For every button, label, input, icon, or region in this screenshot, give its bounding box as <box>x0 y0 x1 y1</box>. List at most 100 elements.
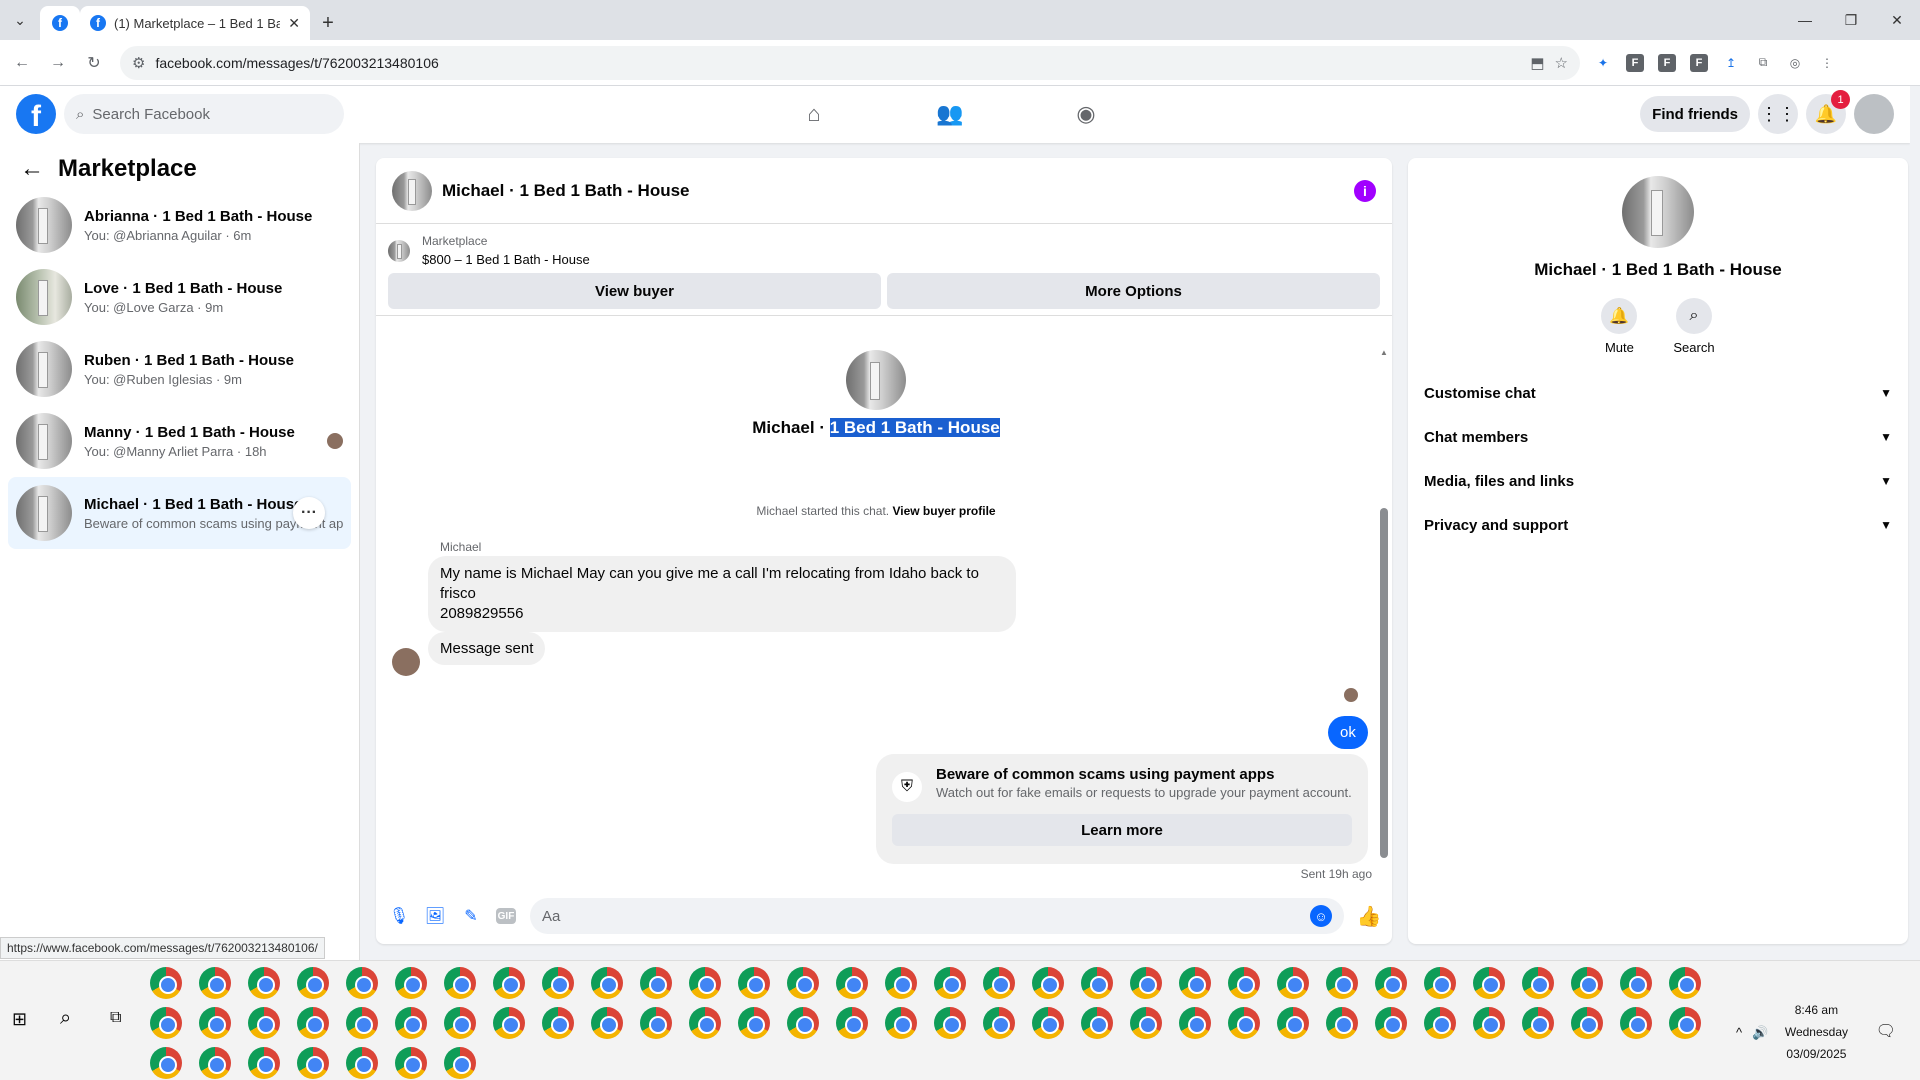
emoji-icon[interactable]: ☺ <box>1310 905 1332 927</box>
friends-icon[interactable]: 👥 <box>926 94 974 134</box>
chrome-taskbar-icon[interactable] <box>591 967 623 999</box>
view-buyer-profile-link[interactable]: View buyer profile <box>892 504 995 518</box>
info-avatar[interactable] <box>1622 176 1694 248</box>
chrome-taskbar-icon[interactable] <box>738 1007 770 1039</box>
chrome-taskbar-icon[interactable] <box>1228 1007 1260 1039</box>
chrome-taskbar-icon[interactable] <box>738 967 770 999</box>
chrome-taskbar-icon[interactable] <box>1571 1007 1603 1039</box>
pinned-tab[interactable]: f <box>40 6 80 40</box>
minimize-button[interactable]: — <box>1782 0 1828 40</box>
chrome-taskbar-icon[interactable] <box>1081 967 1113 999</box>
section-customise-chat[interactable]: Customise chat ▼ <box>1416 371 1900 415</box>
new-tab-button[interactable]: + <box>310 6 346 40</box>
chrome-taskbar-icon[interactable] <box>1375 1007 1407 1039</box>
chrome-taskbar-icon[interactable] <box>150 1007 182 1039</box>
extension-f-icon[interactable]: F <box>1658 53 1676 72</box>
chrome-taskbar-icon[interactable] <box>1179 1007 1211 1039</box>
chrome-taskbar-icon[interactable] <box>640 967 672 999</box>
task-view-icon[interactable]: ⧉ <box>110 1009 121 1027</box>
chrome-taskbar-icon[interactable] <box>1375 967 1407 999</box>
page-scrollbar[interactable] <box>1910 86 1920 960</box>
incoming-message[interactable]: Message sent <box>428 632 546 665</box>
chrome-taskbar-icon[interactable] <box>199 1007 231 1039</box>
info-icon[interactable]: i <box>1354 179 1376 202</box>
tab-search-menu[interactable]: ⌄ <box>0 0 40 40</box>
active-tab[interactable]: f (1) Marketplace – 1 Bed 1 Bath ✕ <box>80 6 310 40</box>
listing-price[interactable]: $800 – 1 Bed 1 Bath - House <box>422 252 590 267</box>
chat-title[interactable]: Michael · 1 Bed 1 Bath - House <box>442 181 1344 201</box>
windows-start-icon[interactable]: ⊞ <box>12 1009 34 1031</box>
chrome-taskbar-icon[interactable] <box>1669 1007 1701 1039</box>
gif-icon[interactable]: GIF <box>496 908 516 924</box>
chrome-taskbar-icon[interactable] <box>1669 967 1701 999</box>
extension-puzzle-blue-icon[interactable]: ✦ <box>1594 54 1612 72</box>
chrome-taskbar-icon[interactable] <box>1277 1007 1309 1039</box>
chrome-taskbar-icon[interactable] <box>1032 1007 1064 1039</box>
menu-grid-icon[interactable]: ⋮⋮ <box>1758 94 1798 134</box>
scroll-thumb[interactable] <box>1380 508 1388 858</box>
sender-avatar[interactable] <box>392 648 420 676</box>
chrome-taskbar-icon[interactable] <box>346 967 378 999</box>
chrome-taskbar-icon[interactable] <box>199 967 231 999</box>
chrome-taskbar-icon[interactable] <box>1522 967 1554 999</box>
chrome-taskbar-icon[interactable] <box>934 967 966 999</box>
chrome-taskbar-icon[interactable] <box>1326 967 1358 999</box>
chrome-taskbar-icon[interactable] <box>297 1047 329 1079</box>
chrome-taskbar-icon[interactable] <box>1473 967 1505 999</box>
mute-button[interactable]: 🔔 Mute <box>1601 298 1638 355</box>
chrome-taskbar-icon[interactable] <box>983 967 1015 999</box>
chrome-taskbar-icon[interactable] <box>395 1047 427 1079</box>
chrome-taskbar-icon[interactable] <box>150 1047 182 1079</box>
taskbar-clock[interactable]: 8:46 am Wednesday 03/09/2025 <box>1785 999 1848 1065</box>
chrome-taskbar-icon[interactable] <box>1228 967 1260 999</box>
outgoing-message[interactable]: ok <box>1328 716 1368 749</box>
facebook-search-input[interactable]: ⌕ Search Facebook <box>64 94 344 134</box>
extension-pin-icon[interactable]: ↥ <box>1722 54 1740 72</box>
conversation-item-active[interactable]: Michael · 1 Bed 1 Bath - House Beware of… <box>8 477 351 549</box>
chrome-menu-icon[interactable]: ⋮ <box>1818 54 1836 72</box>
home-icon[interactable]: ⌂ <box>790 94 838 134</box>
extension-f-icon[interactable]: F <box>1626 53 1644 72</box>
search-button[interactable]: ⌕ Search <box>1673 298 1715 355</box>
volume-icon[interactable]: 🔊 <box>1752 1025 1768 1041</box>
more-options-button[interactable]: More Options <box>887 273 1380 309</box>
chrome-taskbar-icon[interactable] <box>395 1007 427 1039</box>
chrome-taskbar-icon[interactable] <box>346 1007 378 1039</box>
photo-icon[interactable]: 🖼 <box>424 905 446 927</box>
chrome-taskbar-icon[interactable] <box>248 1047 280 1079</box>
chrome-taskbar-icon[interactable] <box>1571 967 1603 999</box>
chrome-taskbar-icon[interactable] <box>1179 967 1211 999</box>
scroll-up-icon[interactable]: ▲ <box>1380 348 1388 357</box>
chrome-taskbar-icon[interactable] <box>640 1007 672 1039</box>
chrome-taskbar-icon[interactable] <box>493 1007 525 1039</box>
conversation-item[interactable]: Abrianna · 1 Bed 1 Bath - House You: @Ab… <box>8 189 351 261</box>
install-app-icon[interactable]: ⬒ <box>1530 54 1544 72</box>
chat-avatar[interactable] <box>392 170 432 211</box>
chrome-taskbar-icon[interactable] <box>1032 967 1064 999</box>
chrome-taskbar-icon[interactable] <box>1130 967 1162 999</box>
chrome-taskbar-icon[interactable] <box>542 967 574 999</box>
chrome-taskbar-icon[interactable] <box>444 1047 476 1079</box>
notifications-bell-icon[interactable]: 🔔 1 <box>1806 90 1850 134</box>
view-buyer-button[interactable]: View buyer <box>388 273 881 309</box>
notification-center-icon[interactable]: 🗨 <box>1876 1021 1896 1041</box>
chrome-taskbar-icon[interactable] <box>395 967 427 999</box>
reload-button[interactable]: ↻ <box>80 53 108 73</box>
sticker-icon[interactable]: ✎ <box>460 905 482 927</box>
url-text[interactable]: facebook.com/messages/t/762003213480106 <box>155 55 1520 71</box>
chrome-taskbar-icon[interactable] <box>493 967 525 999</box>
chrome-taskbar-icon[interactable] <box>787 1007 819 1039</box>
incoming-message[interactable]: My name is Michael May can you give me a… <box>428 556 1016 632</box>
message-input[interactable]: Aa ☺ <box>530 898 1344 934</box>
section-privacy-support[interactable]: Privacy and support ▼ <box>1416 503 1900 547</box>
back-button[interactable]: ← <box>8 54 36 72</box>
show-hidden-icons[interactable]: ^ <box>1736 1025 1742 1041</box>
chrome-taskbar-icon[interactable] <box>689 1007 721 1039</box>
chrome-taskbar-icon[interactable] <box>689 967 721 999</box>
microphone-icon[interactable]: 🎙 <box>388 905 410 927</box>
chrome-taskbar-icon[interactable] <box>1424 967 1456 999</box>
chrome-taskbar-icon[interactable] <box>1081 1007 1113 1039</box>
back-arrow-icon[interactable]: ← <box>20 155 44 183</box>
chrome-taskbar-icon[interactable] <box>1277 967 1309 999</box>
section-chat-members[interactable]: Chat members ▼ <box>1416 415 1900 459</box>
